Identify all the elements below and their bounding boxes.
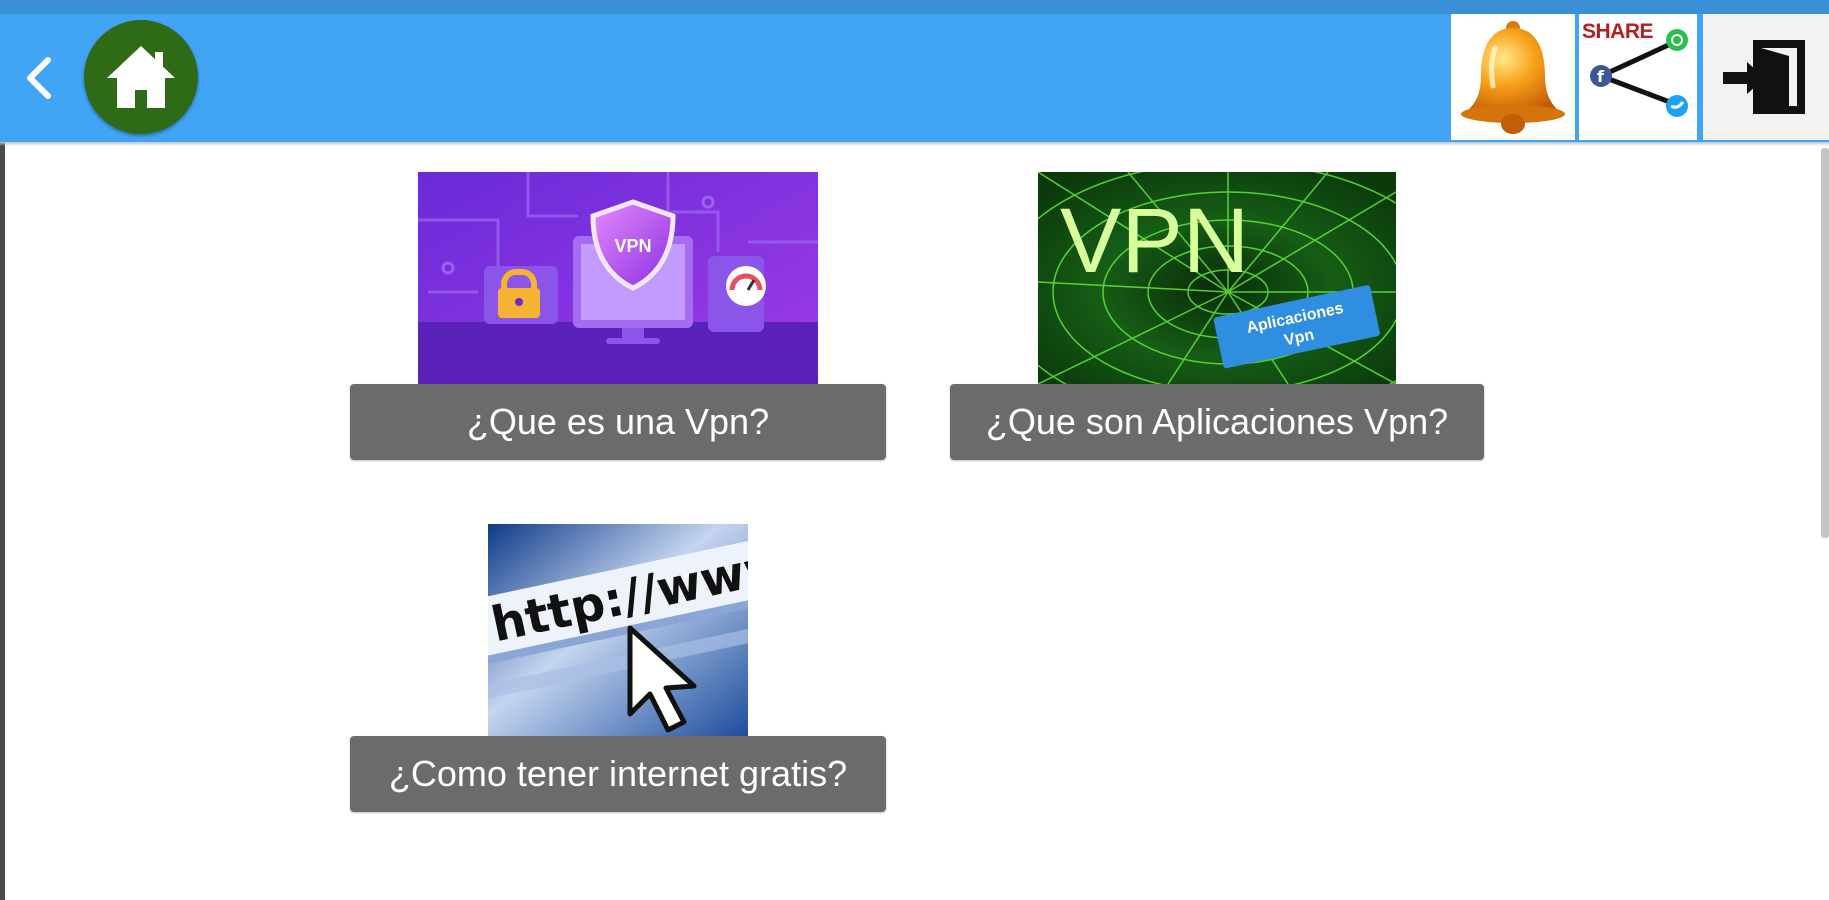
card-caption[interactable]: ¿Como tener internet gratis? [350, 736, 886, 812]
vpn-title-text: VPN [1060, 190, 1249, 292]
scrollbar[interactable] [1821, 148, 1829, 538]
http-browser-image: http://www [488, 524, 748, 736]
window-edge [0, 14, 5, 900]
card-caption[interactable]: ¿Que es una Vpn? [350, 384, 886, 460]
status-strip [0, 0, 1829, 14]
share-button[interactable]: SHARE f [1579, 14, 1697, 140]
share-network-icon: f [1590, 29, 1688, 117]
back-button[interactable] [20, 50, 60, 106]
vpn-illustration-image: VPN [418, 172, 818, 384]
app-bar-shadow [0, 142, 1829, 146]
svg-text:f: f [1597, 67, 1605, 86]
chevron-left-icon [27, 57, 51, 99]
card-caption[interactable]: ¿Que son Aplicaciones Vpn? [950, 384, 1484, 460]
exit-button[interactable] [1703, 14, 1829, 140]
home-icon [107, 46, 175, 108]
card-internet-gratis[interactable]: http://www ¿Como tener internet gratis? [350, 524, 886, 812]
home-button[interactable] [84, 20, 198, 134]
card-que-es-vpn[interactable]: VPN ¿Que es una Vpn? [350, 172, 886, 460]
card-aplicaciones-vpn[interactable]: VPN Aplicaciones Vpn ¿Que son Aplicacion… [950, 172, 1484, 460]
exit-door-icon [1723, 40, 1805, 114]
bell-icon [1461, 21, 1565, 134]
notifications-button[interactable] [1451, 14, 1575, 140]
vpn-apps-image: VPN Aplicaciones Vpn [1038, 172, 1396, 384]
vpn-badge-text: VPN [614, 236, 651, 256]
